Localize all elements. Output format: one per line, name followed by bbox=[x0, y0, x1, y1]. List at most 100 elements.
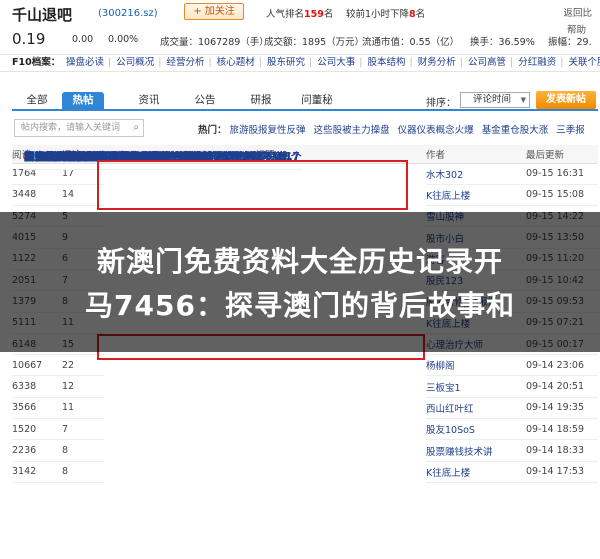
f10-link[interactable]: 分红融资 bbox=[518, 57, 556, 68]
row-author[interactable]: 三板宝1 bbox=[426, 375, 526, 398]
tab-ask-secretary[interactable]: 问董秘 bbox=[296, 92, 338, 109]
row-updated: 09-14 17:53 bbox=[526, 461, 598, 483]
sort-value: 评论时间 bbox=[473, 94, 512, 105]
row-reads: 10667 bbox=[12, 354, 62, 377]
hot-topic[interactable]: 基金重仓股大涨 bbox=[482, 125, 549, 136]
hot-topic[interactable]: 这些股被主力操盘 bbox=[314, 125, 390, 136]
follow-button[interactable]: + 加关注 bbox=[184, 3, 244, 20]
f10-link[interactable]: 操盘必读 bbox=[66, 57, 104, 68]
row-reads-text: 3142 bbox=[12, 466, 37, 478]
hour-ranking-suffix: 名 bbox=[415, 9, 426, 20]
f10-link[interactable]: 公司高管 bbox=[468, 57, 506, 68]
new-post-button[interactable]: 发表新帖 bbox=[536, 91, 596, 109]
sort-select[interactable]: 评论时间 ▼ bbox=[460, 92, 530, 108]
row-comments-text: 8 bbox=[62, 466, 69, 478]
row-reads: 2236 bbox=[12, 439, 62, 462]
f10-link[interactable]: 股东研究 bbox=[267, 57, 305, 68]
f10-links: 操盘必读 | 公司概况 | 经营分析 | 核心题材 | 股东研究 | 公司大事 | 股本结构… bbox=[66, 55, 600, 71]
row-author[interactable]: 股票赚钱技术讲 bbox=[426, 439, 526, 462]
popularity-rank: 人气排名159名 bbox=[266, 6, 333, 20]
popularity-label: 人气排名 bbox=[266, 9, 305, 20]
row-reads-text: 1520 bbox=[12, 423, 37, 435]
amplitude: 振幅：29. bbox=[548, 37, 592, 48]
tab-hot[interactable]: 热帖 bbox=[62, 92, 104, 109]
highlight-box bbox=[97, 160, 408, 210]
turnover-rate: 换手：36.59% bbox=[470, 37, 535, 48]
row-updated-text: 09-14 17:53 bbox=[526, 466, 585, 478]
row-author-text: 西山红叶红 bbox=[426, 403, 474, 415]
chevron-down-icon: ▼ bbox=[520, 96, 526, 104]
row-updated: 09-14 18:59 bbox=[526, 418, 598, 441]
forum-tabs: 全部 热帖 资讯 公告 研报 问董秘 排序： 评论时间 ▼ 发表新帖 bbox=[12, 91, 598, 111]
row-reads-text: 3448 bbox=[12, 189, 37, 201]
f10-link[interactable]: 股本结构 bbox=[368, 57, 406, 68]
row-updated-text: 09-14 20:51 bbox=[526, 381, 585, 393]
row-author[interactable]: 股友10SoS bbox=[426, 418, 526, 441]
row-comments: 12 bbox=[62, 375, 104, 398]
tab-all[interactable]: 全部 bbox=[16, 92, 58, 109]
table-row[interactable]: 6338 12 简直是笑话还要补跌16个！！！ 三板宝1 09-14 20:51 bbox=[12, 151, 598, 398]
table-row[interactable]: 3142 8 8.5日，雪上加霜 竟然还有闹乌龙的 K往底上楼 09-14 17:53 bbox=[12, 151, 598, 483]
row-author[interactable]: 水木302 bbox=[426, 163, 526, 185]
forum-title[interactable]: 千山退吧 bbox=[12, 4, 72, 25]
float-market-cap: 流通市值：0.55（亿） bbox=[362, 37, 460, 48]
row-updated-text: 09-15 16:31 bbox=[526, 168, 585, 180]
hot-topic[interactable]: 旅游股报复性反弹 bbox=[230, 125, 306, 136]
row-reads-text: 2236 bbox=[12, 445, 37, 456]
volume: 成交量：1067289（手） bbox=[160, 37, 269, 48]
f10-link[interactable]: 核心题材 bbox=[217, 57, 255, 68]
popularity-value: 159 bbox=[304, 9, 324, 20]
stock-header: 千山退吧 (300216.sz) + 加关注 人气排名159名 较前1小时下降8… bbox=[0, 0, 600, 54]
hot-topic[interactable]: 仪器仪表概念火爆 bbox=[398, 125, 474, 136]
row-reads: 3566 bbox=[12, 397, 62, 420]
f10-link[interactable]: 公司概况 bbox=[116, 57, 154, 68]
col-author: 作者 bbox=[426, 145, 526, 164]
row-reads-text: 10667 bbox=[12, 359, 43, 371]
tab-news[interactable]: 资讯 bbox=[128, 92, 170, 109]
hot-topics: 热门： 旅游股报复性反弹 这些股被主力操盘 仪器仪表概念火爆 基金重仓股大涨 三… bbox=[198, 122, 590, 136]
tab-announcements[interactable]: 公告 bbox=[184, 92, 226, 109]
f10-link[interactable]: 经营分析 bbox=[167, 57, 205, 68]
row-updated: 09-14 18:33 bbox=[526, 439, 598, 462]
row-updated: 09-14 23:06 bbox=[526, 354, 598, 377]
search-placeholder: 帖内搜索，请输入关键词 bbox=[21, 123, 121, 133]
row-updated: 09-15 16:31 bbox=[526, 163, 598, 185]
row-author-text: 三板宝1 bbox=[426, 382, 461, 394]
f10-link[interactable]: 公司大事 bbox=[317, 57, 355, 68]
hour-ranking: 较前1小时下降8名 bbox=[346, 6, 425, 20]
row-reads-text: 6338 bbox=[12, 381, 37, 393]
row-author[interactable]: 杨柳阁 bbox=[426, 354, 526, 377]
row-author-text: 杨柳阁 bbox=[426, 361, 455, 373]
row-comments: 8 bbox=[62, 439, 104, 462]
row-author[interactable]: 西山红叶红 bbox=[426, 397, 526, 420]
row-comments-text: 22 bbox=[62, 359, 75, 371]
row-updated-text: 09-15 15:08 bbox=[526, 189, 585, 201]
row-updated-text: 09-14 23:06 bbox=[526, 359, 585, 371]
row-reads: 6338 bbox=[12, 375, 62, 398]
sort-label: 排序： bbox=[426, 98, 456, 109]
table-row[interactable]: 2236 8 我说的我想有票的人都希望这样，割肉的人当然骂了，幸 股票赚钱技术讲 09-… bbox=[12, 151, 598, 462]
f10-link[interactable]: 关联个股 bbox=[569, 57, 600, 68]
tab-research[interactable]: 研报 bbox=[240, 92, 282, 109]
table-row[interactable]: 1520 7 埋怨买一手的散户都是傻吗？ 股友10SoS 09-14 18:59 bbox=[12, 151, 598, 441]
row-author[interactable]: K往底上楼 bbox=[426, 461, 526, 483]
search-row: 帖内搜索，请输入关键词 ⌕ 热门： 旅游股报复性反弹 这些股被主力操盘 仪器仪表概… bbox=[12, 119, 598, 139]
overlay-line-2: 马7456：探寻澳门的背后故事和 bbox=[85, 289, 515, 322]
stock-code[interactable]: (300216.sz) bbox=[98, 8, 158, 19]
row-comments-text: 12 bbox=[62, 381, 75, 393]
row-author-text: K往底上楼 bbox=[426, 467, 471, 479]
hour-ranking-value: 8 bbox=[409, 9, 416, 20]
f10-link[interactable]: 财务分析 bbox=[418, 57, 456, 68]
row-comments-text: 7 bbox=[62, 423, 69, 435]
search-input[interactable]: 帖内搜索，请输入关键词 ⌕ bbox=[14, 119, 144, 137]
back-link[interactable]: 返回比 bbox=[563, 5, 592, 19]
hot-topic[interactable]: 三季报 bbox=[556, 125, 585, 136]
row-author-text: 股友10SoS bbox=[426, 425, 475, 437]
row-author-text: K往底上楼 bbox=[426, 190, 471, 202]
row-author[interactable]: K往底上楼 bbox=[426, 184, 526, 207]
table-row[interactable]: 3566 11 我来解释为什么有奇葩的1手成交，如果没有成交就不会 西山红叶红 09-1… bbox=[12, 151, 598, 420]
row-author-text: 水木302 bbox=[426, 169, 464, 181]
overlay-line-1: 新澳门免费资料大全历史记录开 bbox=[96, 245, 503, 278]
search-icon[interactable]: ⌕ bbox=[133, 120, 139, 136]
row-reads: 3448 bbox=[12, 184, 62, 207]
